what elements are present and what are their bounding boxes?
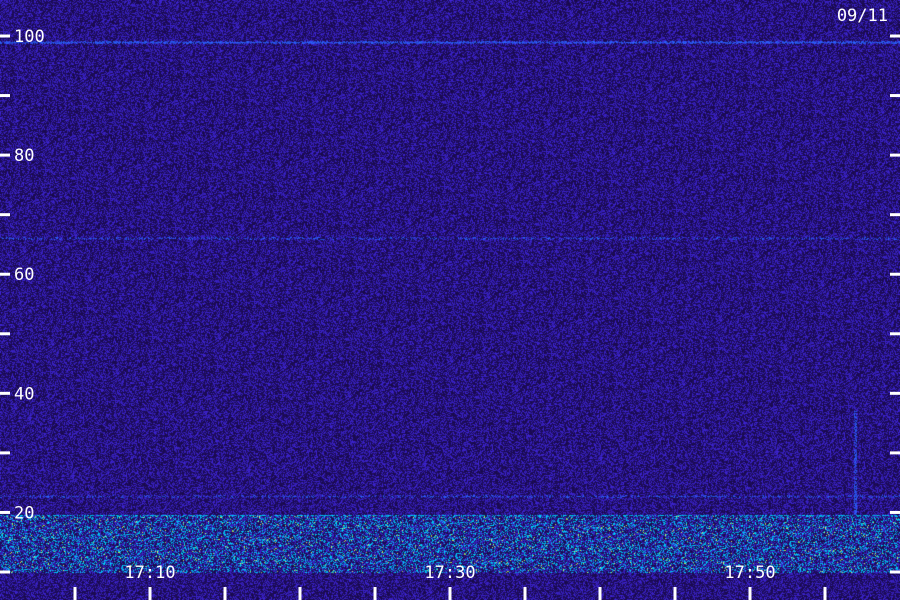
- y-tick-label: 20: [14, 503, 34, 523]
- axis-overlay: 100 80 60 40 20 17:10 17:30 17:50: [0, 27, 900, 600]
- y-tick-label: 80: [14, 146, 34, 166]
- y-tick-label: 40: [14, 384, 34, 404]
- spectrogram-panel: 100 80 60 40 20 17:10 17:30 17:50 09/11: [0, 0, 900, 600]
- y-tick-label: 60: [14, 265, 34, 285]
- y-tick-label: 100: [14, 27, 45, 47]
- date-label: 09/11: [836, 6, 888, 26]
- x-tick-label: 17:30: [424, 563, 475, 583]
- x-tick-label: 17:10: [124, 563, 175, 583]
- x-tick-label: 17:50: [724, 563, 775, 583]
